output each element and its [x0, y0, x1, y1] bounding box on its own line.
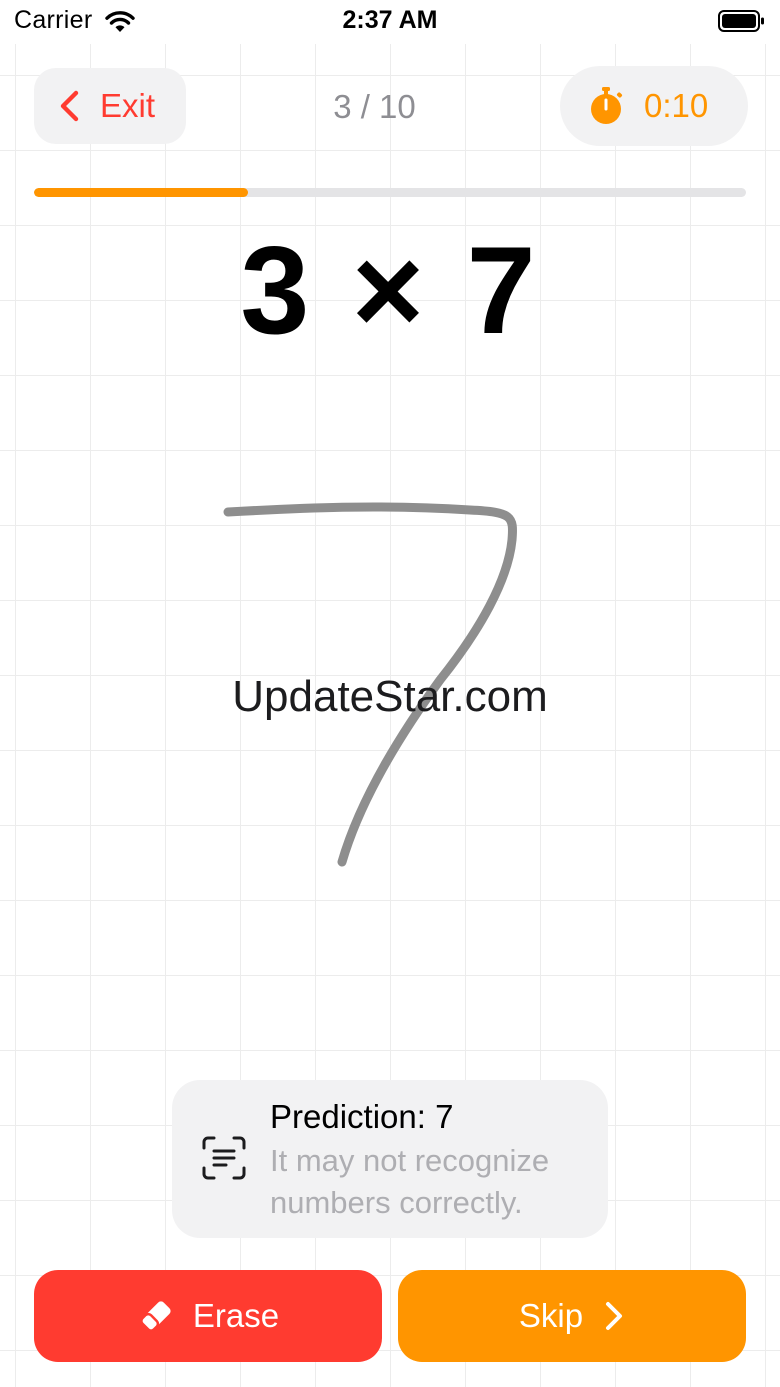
skip-label: Skip	[518, 1297, 584, 1334]
prediction-note: It may not recognize numbers correctly.	[270, 1143, 550, 1220]
progress-bar	[34, 188, 746, 197]
eraser-icon	[140, 1301, 171, 1332]
prediction-title: Prediction: 7	[270, 1098, 454, 1135]
quiz-screen: Carrier 2:37 AM Exit 3 / 10 0:10 3 × 7 U…	[0, 0, 780, 1387]
erase-button[interactable]: Erase	[34, 1270, 382, 1362]
timer-badge: 0:10	[560, 66, 748, 146]
text-scan-icon	[202, 1136, 246, 1180]
skip-button[interactable]: Skip	[398, 1270, 746, 1362]
battery-icon	[718, 10, 764, 32]
question-text: 3 × 7	[240, 222, 540, 360]
erase-label: Erase	[192, 1297, 280, 1334]
prediction-card: Prediction: 7 It may not recognize numbe…	[172, 1080, 608, 1238]
watermark-text: UpdateStar.com	[232, 672, 548, 721]
timer-value: 0:10	[644, 87, 709, 124]
status-time: 2:37 AM	[342, 6, 438, 34]
chevron-right-icon	[606, 1302, 623, 1330]
status-bar: Carrier 2:37 AM	[0, 0, 780, 44]
stopwatch-icon	[591, 87, 623, 124]
progress-fill	[34, 188, 248, 197]
